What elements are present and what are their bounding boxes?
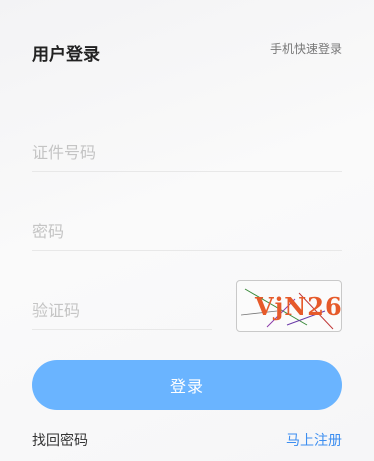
register-link[interactable]: 马上注册 [286, 430, 342, 450]
captcha-field [32, 286, 212, 330]
captcha-text: VjN26 [254, 292, 341, 321]
id-number-input[interactable] [32, 128, 342, 171]
phone-login-link[interactable]: 手机快速登录 [270, 40, 342, 57]
password-field [32, 207, 342, 251]
login-card: 用户登录 手机快速登录 VjN26 登录 找回密码 马上注册 [0, 0, 374, 461]
captcha-input[interactable] [32, 286, 212, 329]
captcha-image[interactable]: VjN26 [236, 280, 342, 332]
password-input[interactable] [32, 207, 342, 250]
page-title: 用户登录 [32, 45, 100, 65]
login-button[interactable]: 登录 [32, 360, 342, 410]
captcha-graphic: VjN26 [240, 288, 341, 330]
forgot-password-link[interactable]: 找回密码 [32, 430, 88, 450]
id-number-field [32, 128, 342, 172]
